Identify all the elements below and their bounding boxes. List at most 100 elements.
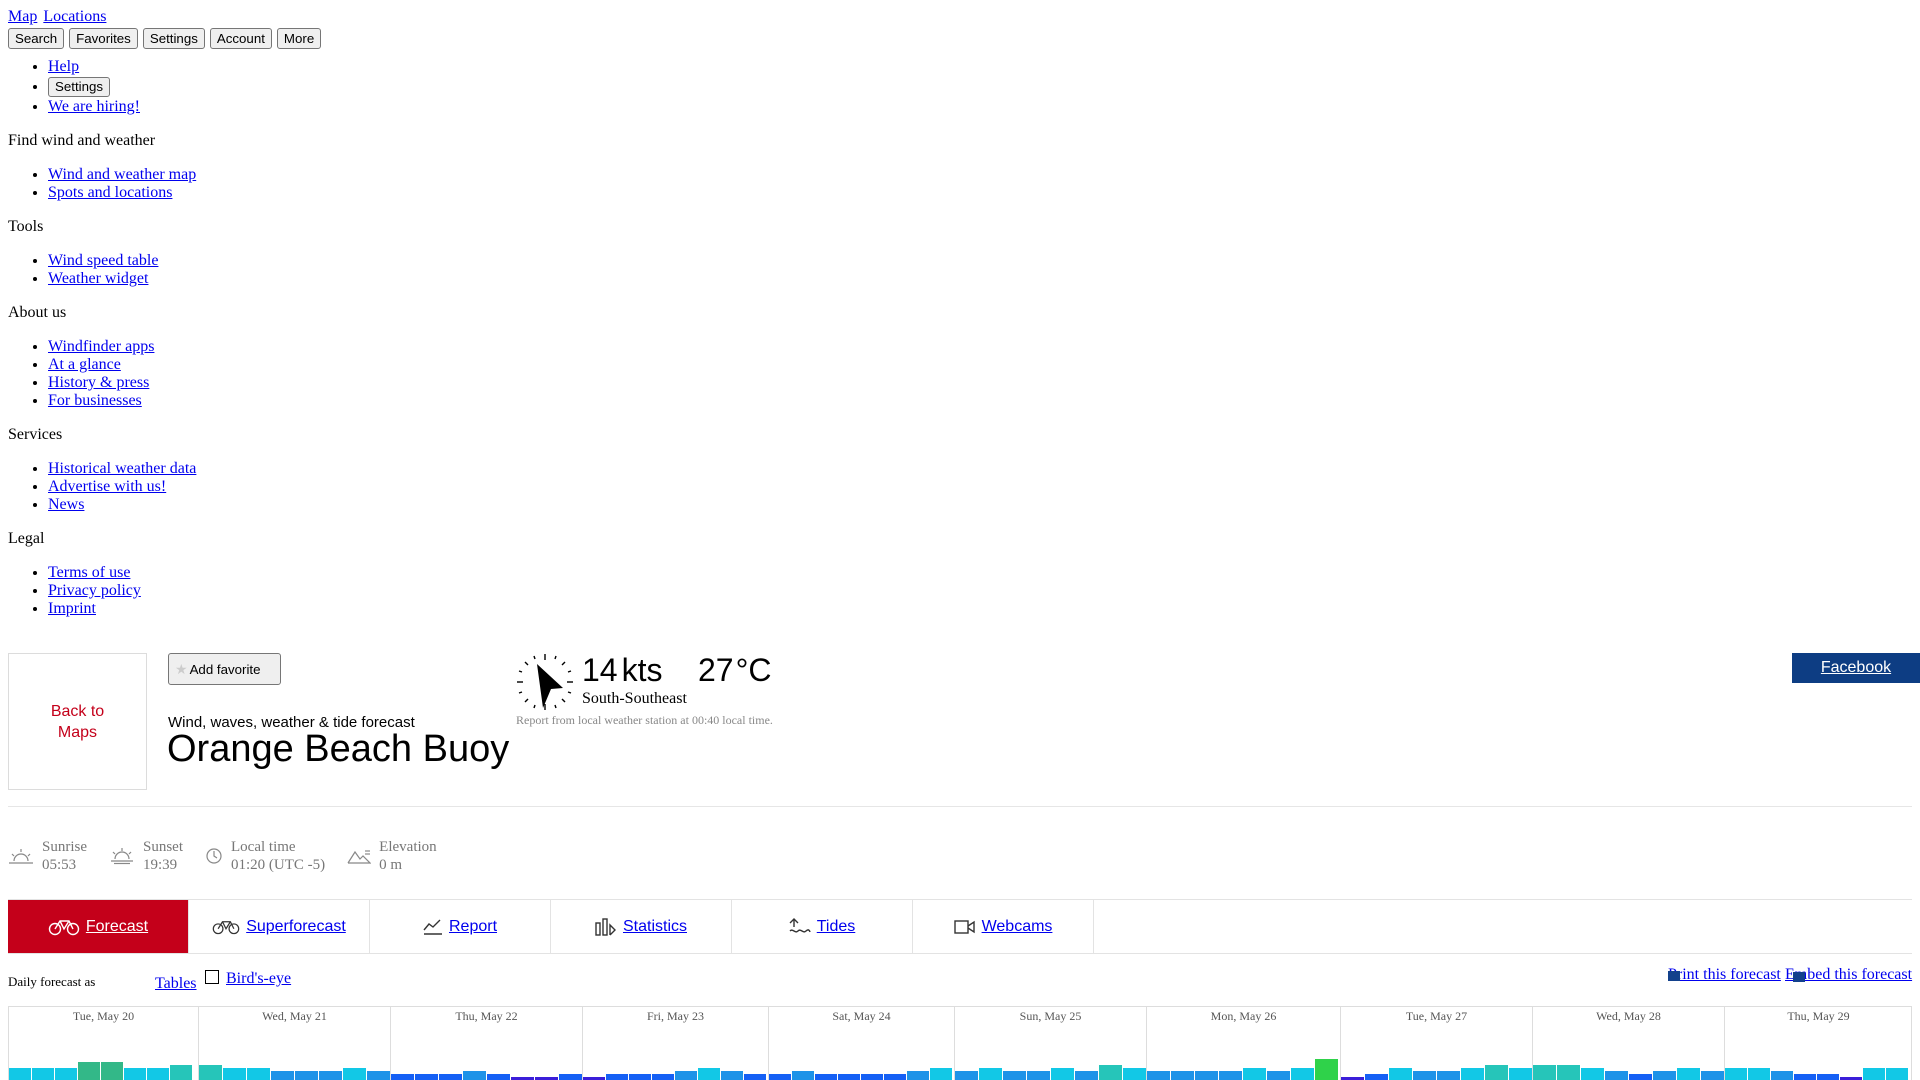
- menu-link[interactable]: Privacy policy: [48, 582, 141, 599]
- forecast-day[interactable]: Tue, May 20: [9, 1007, 199, 1080]
- birds-eye-view-link[interactable]: Bird's-eye: [226, 970, 291, 988]
- favorites-button[interactable]: Favorites: [69, 28, 138, 49]
- menu-section-title: Legal: [8, 530, 45, 547]
- menu-section: ToolsWind speed tableWeather widget: [8, 218, 408, 288]
- menu-link[interactable]: Weather widget: [48, 270, 148, 287]
- tab-statistics[interactable]: Statistics: [551, 900, 732, 953]
- tab-webcams[interactable]: Webcams: [913, 900, 1094, 953]
- menu-link[interactable]: Wind and weather map: [48, 166, 196, 183]
- forecast-day[interactable]: Tue, May 27: [1341, 1007, 1533, 1080]
- menu-link[interactable]: For businesses: [48, 392, 142, 409]
- menu-link[interactable]: History & press: [48, 374, 149, 391]
- hiring-link[interactable]: We are hiring!: [48, 98, 140, 115]
- embed-forecast-link[interactable]: Embed this forecast: [1785, 966, 1912, 984]
- settings-button[interactable]: Settings: [142, 28, 205, 49]
- birds-eye-view[interactable]: Bird's-eye: [205, 970, 291, 988]
- forecast-day[interactable]: Sat, May 24: [769, 1007, 955, 1080]
- help-link[interactable]: Help: [48, 58, 79, 75]
- menu-link[interactable]: Terms of use: [48, 564, 130, 581]
- wind-bar: [1748, 1068, 1770, 1080]
- wind-direction-label: South-Southeast: [582, 690, 687, 707]
- menu-list: Historical weather dataAdvertise with us…: [8, 460, 408, 514]
- tab-tides[interactable]: Tides: [732, 900, 913, 953]
- temperature-value: 27°C: [698, 652, 772, 688]
- wind-bar: [979, 1068, 1002, 1080]
- daily-forecast-label: Daily forecast as: [8, 974, 96, 989]
- forecast-day[interactable]: Mon, May 26: [1147, 1007, 1341, 1080]
- sunset-value: 19:39: [143, 857, 178, 873]
- locations-link[interactable]: Locations: [43, 8, 106, 25]
- tables-view-link[interactable]: Tables: [155, 975, 197, 993]
- sunset-info: Sunset 19:39: [109, 838, 183, 874]
- menu-list: Wind speed tableWeather widget: [8, 252, 408, 288]
- search-button[interactable]: Search: [8, 28, 65, 49]
- wind-bar: [124, 1068, 146, 1080]
- tab-webcams-label[interactable]: Webcams: [982, 918, 1053, 936]
- menu-link[interactable]: At a glance: [48, 356, 121, 373]
- tab-forecast-label[interactable]: Forecast: [86, 918, 148, 936]
- wind-bar: [1075, 1071, 1098, 1080]
- menu-link[interactable]: Wind speed table: [48, 252, 158, 269]
- menu-link[interactable]: Historical weather data: [48, 460, 196, 477]
- tab-report[interactable]: Report: [370, 900, 551, 953]
- list-item: We are hiring!: [48, 98, 408, 116]
- forecast-day[interactable]: Sun, May 25: [955, 1007, 1147, 1080]
- wind-bar: [559, 1074, 582, 1080]
- print-forecast-link[interactable]: Print this forecast: [1668, 966, 1781, 984]
- menu-link[interactable]: Advertise with us!: [48, 478, 166, 495]
- menu-link[interactable]: News: [48, 496, 84, 513]
- wind-bar: [1437, 1071, 1460, 1080]
- forecast-day[interactable]: Thu, May 22: [391, 1007, 583, 1080]
- back-to-maps-button[interactable]: Back to Maps: [8, 653, 147, 790]
- menu-settings-button[interactable]: Settings: [48, 77, 111, 97]
- account-button[interactable]: Account: [209, 28, 272, 49]
- sunrise-icon: [9, 849, 33, 864]
- forecast-day-label: Sat, May 24: [832, 1009, 891, 1023]
- tab-superforecast[interactable]: Superforecast: [189, 900, 370, 953]
- wind-bar: [199, 1065, 222, 1080]
- top-links: Map Locations: [8, 8, 322, 26]
- local-time-value: 01:20 (UTC -5): [231, 857, 326, 873]
- tab-tides-label[interactable]: Tides: [817, 918, 856, 936]
- elevation-info: Elevation 0 m: [347, 838, 437, 874]
- menu-link[interactable]: Windfinder apps: [48, 338, 154, 355]
- forecast-day[interactable]: Wed, May 28: [1533, 1007, 1725, 1080]
- embed-icon: [1793, 972, 1805, 982]
- wind-bar: [1243, 1068, 1266, 1080]
- tab-forecast[interactable]: Forecast: [8, 900, 189, 953]
- wind-bar: [1365, 1074, 1388, 1080]
- wind-bar: [319, 1071, 342, 1080]
- wind-bar: [815, 1074, 837, 1080]
- tab-superforecast-label[interactable]: Superforecast: [246, 918, 346, 936]
- more-button[interactable]: More: [276, 28, 322, 49]
- wind-bar: [487, 1074, 510, 1080]
- facebook-link[interactable]: Facebook: [1821, 659, 1891, 677]
- menu-link[interactable]: Imprint: [48, 600, 96, 617]
- wind-bar: [1771, 1071, 1793, 1080]
- menu-link[interactable]: Spots and locations: [48, 184, 172, 201]
- wind-bar: [1099, 1065, 1122, 1080]
- tab-report-label[interactable]: Report: [449, 918, 497, 936]
- add-favorite-button[interactable]: ★ Add favorite: [168, 653, 281, 685]
- wind-bar: [1605, 1071, 1628, 1080]
- wind-bar: [629, 1074, 651, 1080]
- wind-bar: [1315, 1059, 1338, 1080]
- forecast-day-label: Tue, May 27: [1405, 1009, 1468, 1023]
- wind-bar: [1653, 1071, 1676, 1080]
- forecast-day[interactable]: Wed, May 21: [199, 1007, 391, 1080]
- wind-bar: [721, 1071, 743, 1080]
- menu-section: Services Historical weather dataAdvertise…: [8, 426, 408, 514]
- menu-list: Wind and weather mapSpots and locations: [8, 166, 408, 202]
- wind-bar: [1219, 1071, 1242, 1080]
- top-buttons: Search Favorites Settings Account More: [8, 28, 322, 49]
- forecast-day[interactable]: Fri, May 23: [583, 1007, 769, 1080]
- facebook-button[interactable]: Facebook: [1792, 653, 1920, 683]
- forecast-day[interactable]: Thu, May 29: [1725, 1007, 1911, 1080]
- menu-section: LegalTerms of usePrivacy policyImprint: [8, 530, 408, 618]
- map-link[interactable]: Map: [8, 8, 37, 25]
- wind-bar: [247, 1068, 270, 1080]
- birds-eye-icon: [205, 970, 219, 984]
- back-to-maps-label-line2: Maps: [57, 723, 98, 741]
- clock-icon: [206, 848, 222, 864]
- tab-statistics-label[interactable]: Statistics: [623, 918, 687, 936]
